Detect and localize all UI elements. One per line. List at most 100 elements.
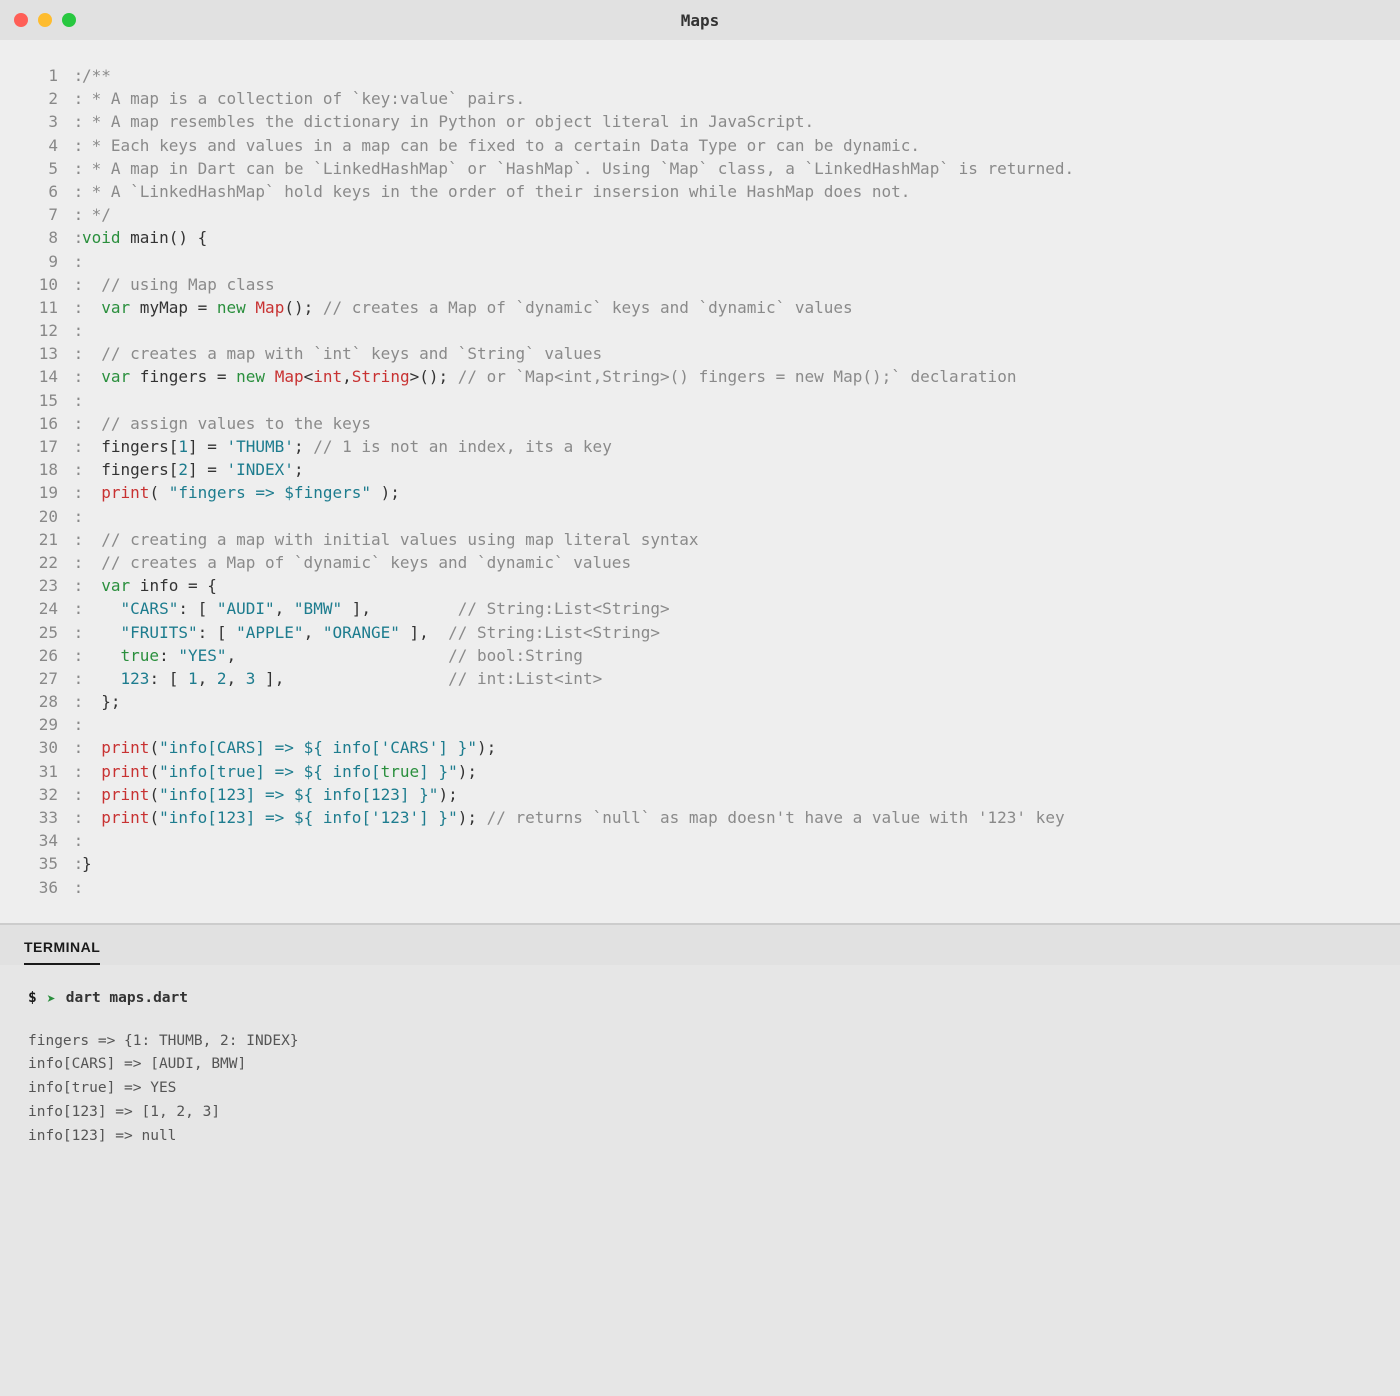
gutter-separator: : xyxy=(64,157,82,180)
code-line: 6 : * A `LinkedHashMap` hold keys in the… xyxy=(20,180,1380,203)
gutter-separator: : xyxy=(64,203,82,226)
window-title: Maps xyxy=(0,11,1400,30)
code-line: 9 : xyxy=(20,250,1380,273)
gutter-separator: : xyxy=(64,783,82,806)
gutter-separator: : xyxy=(64,87,82,110)
line-number: 3 xyxy=(20,110,64,133)
gutter-separator: : xyxy=(64,621,82,644)
code-content: // creates a Map of `dynamic` keys and `… xyxy=(82,551,1380,574)
gutter-separator: : xyxy=(64,226,82,249)
line-number: 22 xyxy=(20,551,64,574)
terminal-output-line: info[123] => [1, 2, 3] xyxy=(28,1101,1372,1125)
gutter-separator: : xyxy=(64,435,82,458)
terminal-header: TERMINAL xyxy=(0,925,1400,965)
gutter-separator: : xyxy=(64,551,82,574)
line-number: 10 xyxy=(20,273,64,296)
code-line: 11 : var myMap = new Map(); // creates a… xyxy=(20,296,1380,319)
terminal-body[interactable]: $ ➤ dart maps.dart fingers => {1: THUMB,… xyxy=(0,965,1400,1173)
code-line: 24 : "CARS": [ "AUDI", "BMW" ], // Strin… xyxy=(20,597,1380,620)
gutter-separator: : xyxy=(64,389,82,412)
code-content xyxy=(82,713,1380,736)
code-content: "CARS": [ "AUDI", "BMW" ], // String:Lis… xyxy=(82,597,1380,620)
code-content: var info = { xyxy=(82,574,1380,597)
line-number: 31 xyxy=(20,760,64,783)
terminal-output-line: info[123] => null xyxy=(28,1125,1372,1149)
code-line: 20 : xyxy=(20,505,1380,528)
gutter-separator: : xyxy=(64,412,82,435)
code-line: 31 : print("info[true] => ${ info[true] … xyxy=(20,760,1380,783)
code-line: 2 : * A map is a collection of `key:valu… xyxy=(20,87,1380,110)
code-content: print("info[123] => ${ info[123] }"); xyxy=(82,783,1380,806)
code-content: * A map in Dart can be `LinkedHashMap` o… xyxy=(82,157,1380,180)
code-content: // using Map class xyxy=(82,273,1380,296)
line-number: 11 xyxy=(20,296,64,319)
code-line: 14 : var fingers = new Map<int,String>()… xyxy=(20,365,1380,388)
terminal-command: dart maps.dart xyxy=(66,987,188,1011)
code-line: 16 : // assign values to the keys xyxy=(20,412,1380,435)
prompt-dollar: $ xyxy=(28,987,37,1011)
code-content: * A `LinkedHashMap` hold keys in the ord… xyxy=(82,180,1380,203)
code-line: 19 : print( "fingers => $fingers" ); xyxy=(20,481,1380,504)
code-editor[interactable]: 1 :/**2 : * A map is a collection of `ke… xyxy=(0,40,1400,923)
line-number: 19 xyxy=(20,481,64,504)
gutter-separator: : xyxy=(64,296,82,319)
line-number: 20 xyxy=(20,505,64,528)
code-content: } xyxy=(82,852,1380,875)
code-content: // creating a map with initial values us… xyxy=(82,528,1380,551)
code-line: 13 : // creates a map with `int` keys an… xyxy=(20,342,1380,365)
terminal-output: fingers => {1: THUMB, 2: INDEX}info[CARS… xyxy=(28,1030,1372,1150)
terminal-output-line: info[true] => YES xyxy=(28,1077,1372,1101)
line-number: 14 xyxy=(20,365,64,388)
gutter-separator: : xyxy=(64,64,82,87)
line-number: 28 xyxy=(20,690,64,713)
code-line: 30 : print("info[CARS] => ${ info['CARS'… xyxy=(20,736,1380,759)
gutter-separator: : xyxy=(64,458,82,481)
close-icon[interactable] xyxy=(14,13,28,27)
code-line: 12 : xyxy=(20,319,1380,342)
minimize-icon[interactable] xyxy=(38,13,52,27)
gutter-separator: : xyxy=(64,852,82,875)
gutter-separator: : xyxy=(64,481,82,504)
prompt-arrow-icon: ➤ xyxy=(47,987,56,1012)
tab-terminal[interactable]: TERMINAL xyxy=(24,939,100,965)
code-content: print("info[123] => ${ info['123'] }"); … xyxy=(82,806,1380,829)
maximize-icon[interactable] xyxy=(62,13,76,27)
code-line: 25 : "FRUITS": [ "APPLE", "ORANGE" ], //… xyxy=(20,621,1380,644)
terminal-output-line: fingers => {1: THUMB, 2: INDEX} xyxy=(28,1030,1372,1054)
code-line: 26 : true: "YES", // bool:String xyxy=(20,644,1380,667)
code-line: 29 : xyxy=(20,713,1380,736)
gutter-separator: : xyxy=(64,597,82,620)
gutter-separator: : xyxy=(64,528,82,551)
code-line: 32 : print("info[123] => ${ info[123] }"… xyxy=(20,783,1380,806)
line-number: 7 xyxy=(20,203,64,226)
code-line: 7 : */ xyxy=(20,203,1380,226)
code-content: * Each keys and values in a map can be f… xyxy=(82,134,1380,157)
window-titlebar: Maps xyxy=(0,0,1400,40)
code-line: 22 : // creates a Map of `dynamic` keys … xyxy=(20,551,1380,574)
line-number: 4 xyxy=(20,134,64,157)
line-number: 2 xyxy=(20,87,64,110)
gutter-separator: : xyxy=(64,574,82,597)
gutter-separator: : xyxy=(64,250,82,273)
code-content: * A map is a collection of `key:value` p… xyxy=(82,87,1380,110)
gutter-separator: : xyxy=(64,829,82,852)
line-number: 18 xyxy=(20,458,64,481)
line-number: 26 xyxy=(20,644,64,667)
code-line: 10 : // using Map class xyxy=(20,273,1380,296)
code-line: 17 : fingers[1] = 'THUMB'; // 1 is not a… xyxy=(20,435,1380,458)
line-number: 23 xyxy=(20,574,64,597)
line-number: 21 xyxy=(20,528,64,551)
line-number: 32 xyxy=(20,783,64,806)
code-content: // creates a map with `int` keys and `St… xyxy=(82,342,1380,365)
code-line: 18 : fingers[2] = 'INDEX'; xyxy=(20,458,1380,481)
code-content: print("info[CARS] => ${ info['CARS'] }")… xyxy=(82,736,1380,759)
gutter-separator: : xyxy=(64,736,82,759)
line-number: 6 xyxy=(20,180,64,203)
code-line: 23 : var info = { xyxy=(20,574,1380,597)
traffic-lights xyxy=(14,13,76,27)
terminal-output-line: info[CARS] => [AUDI, BMW] xyxy=(28,1053,1372,1077)
gutter-separator: : xyxy=(64,760,82,783)
line-number: 1 xyxy=(20,64,64,87)
code-content xyxy=(82,876,1380,899)
code-line: 33 : print("info[123] => ${ info['123'] … xyxy=(20,806,1380,829)
